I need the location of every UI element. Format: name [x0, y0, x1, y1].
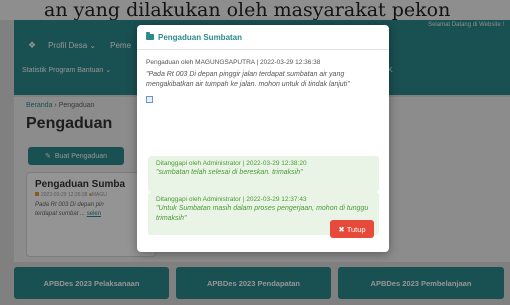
response-text: "sumbatan telah selesai di bereskan. tri…: [156, 169, 303, 176]
complaint-text: "Pada Rt 003 Di depan pinggir jalan terd…: [146, 71, 350, 88]
response-author: Ditanggapi oleh Administrator | 2022-03-…: [156, 196, 307, 203]
close-icon: ✖: [338, 224, 345, 234]
response-item: Ditanggapi oleh Administrator | 2022-03-…: [148, 156, 379, 192]
close-button[interactable]: ✖ Tutup: [330, 220, 374, 238]
modal-title: Pengaduan Sumbatan: [158, 32, 243, 42]
modal-body: Pengaduan oleh MAGUNGSAPUTRA | 2022-03-2…: [146, 59, 382, 103]
close-button-label: Tutup: [346, 224, 366, 234]
broken-image-icon: [146, 96, 153, 103]
complaint-author-line: Pengaduan oleh MAGUNGSAPUTRA | 2022-03-2…: [146, 59, 321, 66]
response-author: Ditanggapi oleh Administrator | 2022-03-…: [156, 160, 307, 167]
folder-open-icon: [146, 32, 154, 40]
complaint-modal: Pengaduan Sumbatan Pengaduan oleh MAGUNG…: [137, 25, 389, 252]
modal-header: Pengaduan Sumbatan: [137, 25, 389, 50]
